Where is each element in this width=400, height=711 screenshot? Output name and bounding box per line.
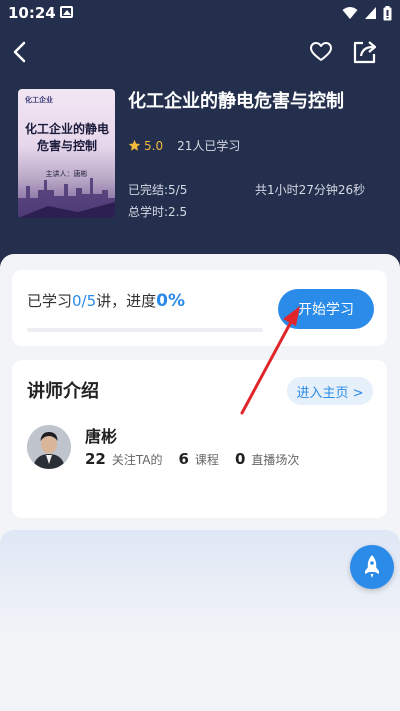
rocket-icon bbox=[365, 555, 379, 578]
share-icon bbox=[353, 41, 377, 64]
progress-card: 已学习0/5讲，进度0% 开始学习 bbox=[12, 270, 387, 346]
courses-label: 课程 bbox=[194, 453, 219, 467]
rating-score: 5.0 bbox=[144, 138, 164, 153]
progress-text: 已学习0/5讲，进度0% bbox=[27, 290, 185, 311]
progress-prefix: 已学习 bbox=[27, 292, 73, 310]
followers-label: 关注TA的 bbox=[111, 453, 163, 467]
lives-count: 0 bbox=[234, 450, 246, 468]
total-duration: 共1小时27分钟26秒 bbox=[255, 183, 366, 197]
status-time: 10:24 bbox=[8, 4, 56, 22]
total-hours: 总学时:2.5 bbox=[128, 205, 188, 219]
learner-count: 21人已学习 bbox=[177, 139, 241, 153]
teacher-avatar[interactable] bbox=[27, 425, 71, 469]
start-learning-button[interactable]: 开始学习 bbox=[278, 289, 374, 329]
progress-bar bbox=[27, 328, 263, 332]
progress-suffix: 讲，进度 bbox=[96, 292, 157, 310]
battery-icon bbox=[383, 5, 392, 20]
course-title: 化工企业的静电危害与控制 bbox=[128, 91, 344, 112]
back-icon bbox=[13, 41, 26, 63]
teacher-card: 讲师介绍 进入主页 > 唐彬 22 关注TA的 6 课程 0 直播场次 bbox=[12, 360, 387, 518]
teacher-stats: 22 关注TA的 6 课程 0 直播场次 bbox=[85, 450, 299, 468]
teacher-home-button[interactable]: 进入主页 > bbox=[287, 377, 373, 405]
cover-logo: 化工企业 bbox=[25, 96, 53, 104]
completed-lessons: 已完结:5/5 bbox=[128, 183, 188, 197]
bottom-section bbox=[0, 530, 400, 711]
progress-percent: 0% bbox=[156, 291, 186, 311]
share-button[interactable] bbox=[350, 37, 380, 67]
teacher-heading: 讲师介绍 bbox=[27, 381, 99, 402]
wifi-icon bbox=[342, 7, 358, 19]
courses-count: 6 bbox=[178, 450, 189, 468]
course-cover: 化工企业 化工企业的静电危害与控制 主讲人：唐彬 bbox=[18, 89, 115, 218]
rocket-button[interactable] bbox=[350, 545, 394, 589]
gallery-icon bbox=[60, 6, 73, 18]
followers-count: 22 bbox=[85, 450, 106, 468]
lessons-done: 0/5 bbox=[72, 292, 97, 310]
lives-label: 直播场次 bbox=[251, 453, 300, 467]
plant-illustration bbox=[18, 178, 115, 218]
favorite-button[interactable] bbox=[307, 38, 335, 66]
rating-row: 5.0 21人已学习 bbox=[128, 137, 240, 154]
avatar-portrait bbox=[27, 425, 71, 469]
teacher-name: 唐彬 bbox=[85, 427, 118, 446]
status-bar: 10:24 bbox=[0, 0, 400, 26]
cover-title: 化工企业的静电危害与控制 bbox=[24, 122, 109, 153]
signal-icon bbox=[365, 7, 376, 19]
heart-icon bbox=[310, 42, 332, 61]
star-icon bbox=[128, 139, 141, 151]
back-button[interactable] bbox=[6, 38, 32, 66]
